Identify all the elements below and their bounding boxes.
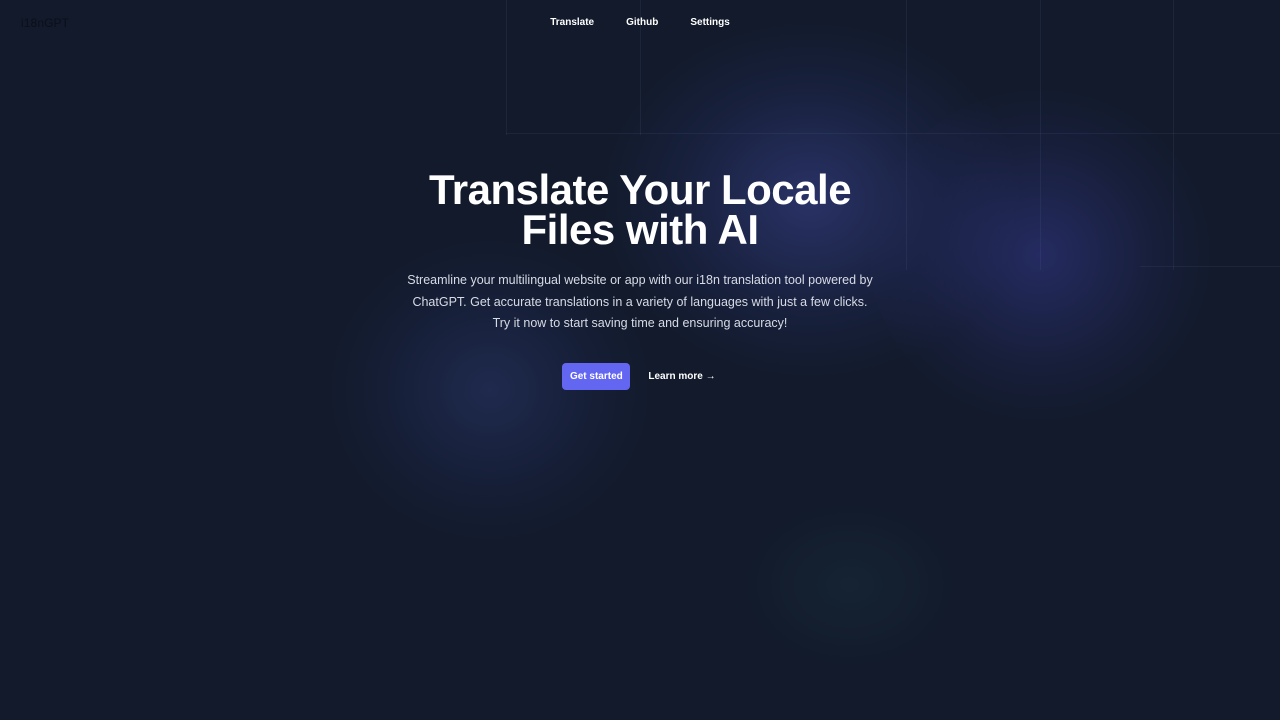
- page: i18nGPT Translate Github Settings Transl…: [0, 0, 1280, 720]
- hero-description: Streamline your multilingual website or …: [407, 273, 873, 330]
- hero-actions: Get started Learn more →: [0, 362, 1280, 390]
- arrow-right-icon: →: [705, 370, 716, 382]
- nav-github[interactable]: Github: [626, 16, 658, 30]
- grid-line: [506, 133, 1280, 134]
- hero-title: Translate Your Locale Files with AI: [410, 169, 870, 253]
- learn-more-label: Learn more: [648, 370, 703, 382]
- hero-section: Translate Your Locale Files with AI Stre…: [0, 169, 1280, 390]
- background-glow: [740, 500, 960, 670]
- get-started-button[interactable]: Get started: [562, 362, 631, 390]
- learn-more-link[interactable]: Learn more →: [646, 371, 717, 382]
- main-nav: Translate Github Settings: [0, 16, 1280, 30]
- hero-title-line2: Files with AI: [521, 206, 759, 253]
- nav-settings[interactable]: Settings: [690, 16, 729, 30]
- nav-translate[interactable]: Translate: [550, 16, 594, 30]
